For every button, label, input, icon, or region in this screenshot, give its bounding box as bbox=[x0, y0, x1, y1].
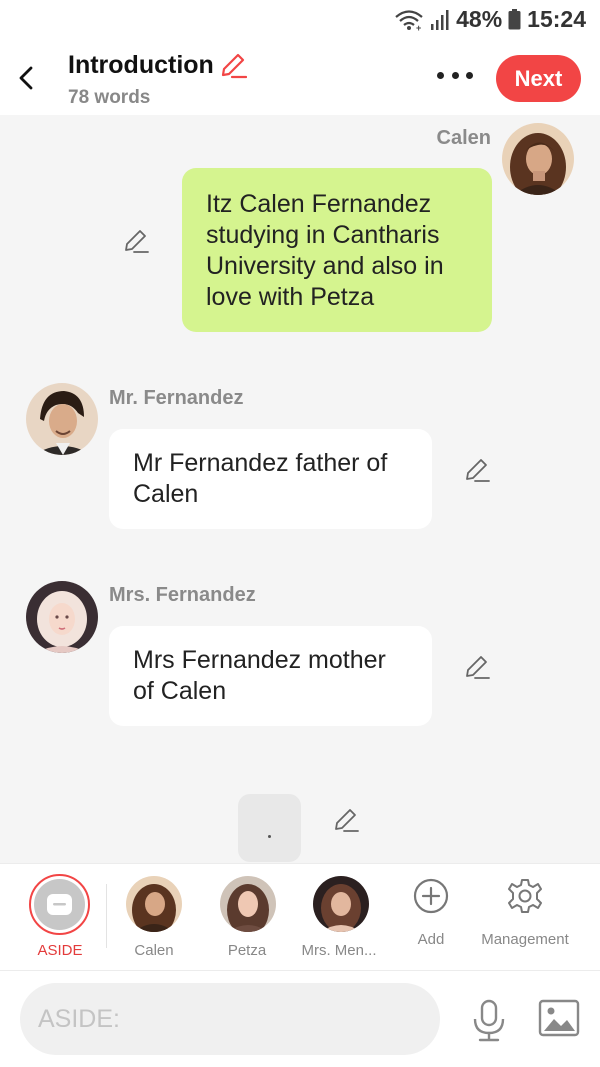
chat-area[interactable]: Calen Itz Calen Fernandez studying in Ca… bbox=[0, 115, 600, 863]
more-icon bbox=[437, 71, 444, 79]
add-icon bbox=[413, 878, 449, 914]
more-options-button[interactable] bbox=[437, 70, 473, 80]
page-title: Introduction bbox=[68, 51, 214, 79]
pencil-icon bbox=[466, 656, 490, 679]
add-character-button[interactable] bbox=[413, 878, 449, 914]
add-label: Add bbox=[417, 931, 445, 948]
speaker-name: Mrs. Fernandez bbox=[109, 584, 256, 606]
svg-text:+: + bbox=[416, 23, 421, 31]
speaker-name: Mr. Fernandez bbox=[109, 387, 244, 409]
message-bubble[interactable]: Itz Calen Fernandez studying in Canthari… bbox=[182, 168, 492, 332]
avatar-mr-fernandez[interactable] bbox=[26, 383, 98, 455]
voice-input-button[interactable] bbox=[470, 999, 508, 1043]
character-label: Calen bbox=[134, 942, 174, 959]
pencil-icon bbox=[221, 53, 248, 79]
back-button[interactable] bbox=[14, 60, 40, 96]
signal-icon bbox=[431, 9, 449, 30]
character-calen[interactable] bbox=[126, 876, 182, 932]
message-bubble[interactable]: Mr Fernandez father of Calen bbox=[109, 429, 432, 529]
message-icon bbox=[47, 894, 72, 915]
character-label: Mrs. Men... bbox=[301, 942, 377, 959]
avatar-mrs-fernandez[interactable] bbox=[26, 581, 98, 653]
character-mrs-men[interactable] bbox=[313, 876, 369, 932]
pencil-icon bbox=[335, 809, 359, 832]
edit-message-button[interactable] bbox=[332, 806, 360, 834]
gear-icon bbox=[508, 879, 542, 913]
edit-message-button[interactable] bbox=[122, 227, 150, 255]
speaker-name: Calen bbox=[436, 127, 491, 149]
aside-label: ASIDE bbox=[37, 942, 83, 959]
divider bbox=[106, 884, 107, 948]
aside-message-bubble[interactable] bbox=[238, 794, 301, 862]
aside-selector[interactable] bbox=[29, 874, 90, 935]
clock: 15:24 bbox=[527, 6, 586, 32]
header: Introduction 78 words Next bbox=[0, 40, 600, 115]
next-button[interactable]: Next bbox=[496, 55, 581, 102]
message-input[interactable] bbox=[20, 983, 440, 1055]
wifi-icon: + bbox=[395, 9, 423, 31]
back-arrow-icon bbox=[19, 66, 33, 90]
image-icon bbox=[538, 999, 580, 1037]
pencil-icon bbox=[466, 459, 490, 482]
edit-message-button[interactable] bbox=[463, 653, 491, 681]
message-bubble[interactable]: Mrs Fernandez mother of Calen bbox=[109, 626, 432, 726]
character-petza[interactable] bbox=[220, 876, 276, 932]
character-label: Petza bbox=[227, 942, 267, 959]
pencil-icon bbox=[125, 230, 149, 253]
status-bar: + 48% 15:24 bbox=[0, 0, 600, 40]
management-button[interactable] bbox=[507, 878, 543, 914]
typing-dot bbox=[268, 835, 271, 838]
word-count: 78 words bbox=[68, 87, 151, 108]
edit-message-button[interactable] bbox=[463, 456, 491, 484]
edit-title-button[interactable] bbox=[219, 51, 248, 79]
character-bar: ASIDE Calen Petza Mrs. Men... Add Manage… bbox=[0, 863, 600, 971]
battery-icon bbox=[508, 9, 521, 30]
battery-percent: 48% bbox=[456, 6, 503, 32]
image-upload-button[interactable] bbox=[538, 999, 580, 1037]
mic-icon bbox=[473, 999, 505, 1042]
management-label: Management bbox=[481, 931, 569, 948]
avatar-calen[interactable] bbox=[502, 123, 574, 195]
input-bar bbox=[0, 971, 600, 1067]
